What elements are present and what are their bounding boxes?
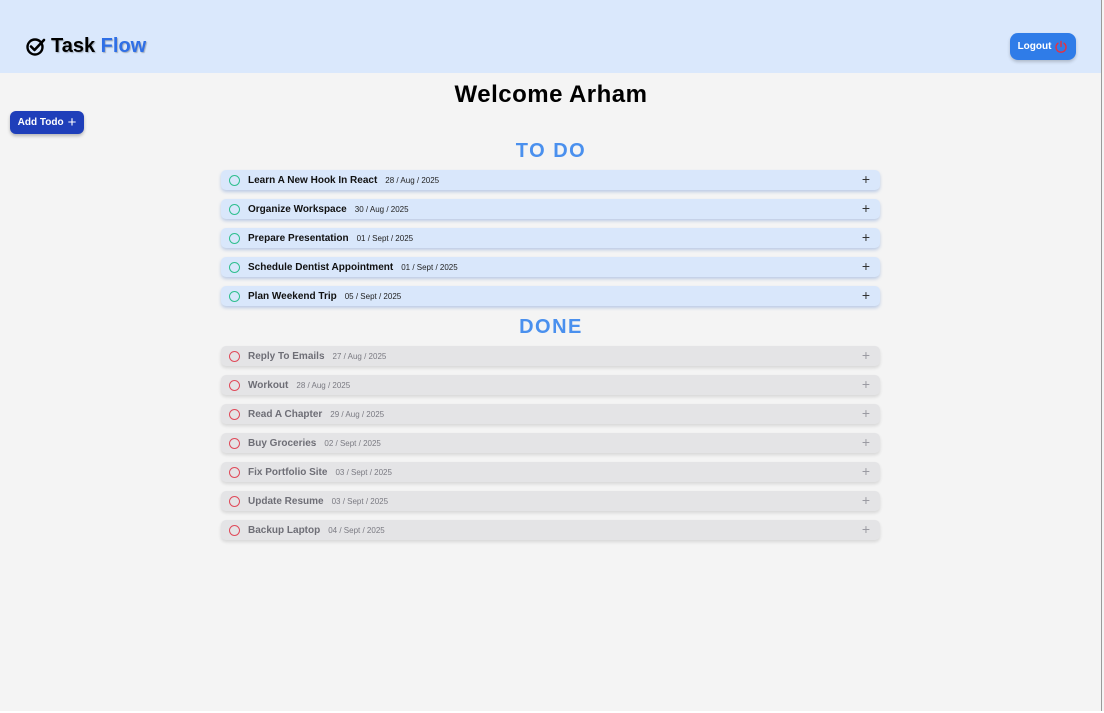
logout-label: Logout: [1017, 41, 1052, 52]
done-item[interactable]: Update Resume 03 / Sept / 2025 +: [221, 491, 880, 511]
done-title: Workout: [248, 379, 289, 391]
todo-item[interactable]: Plan Weekend Trip 05 / Sept / 2025 +: [221, 286, 880, 306]
todo-title: Prepare Presentation: [248, 232, 349, 244]
window-edge-divider: [1101, 0, 1102, 713]
logout-button[interactable]: Logout: [1010, 33, 1076, 60]
app-name: Task Flow: [51, 35, 146, 58]
done-title: Backup Laptop: [248, 524, 321, 536]
done-section-title: DONE: [519, 316, 583, 338]
todo-item[interactable]: Learn A New Hook In React 28 / Aug / 202…: [221, 170, 880, 190]
expand-plus-icon[interactable]: +: [861, 201, 871, 215]
todo-date: 01 / Sept / 2025: [356, 233, 414, 243]
todo-date: 05 / Sept / 2025: [344, 291, 402, 301]
todo-date: 28 / Aug / 2025: [385, 175, 440, 185]
done-date: 27 / Aug / 2025: [332, 351, 387, 361]
expand-plus-icon[interactable]: +: [861, 377, 871, 391]
uncomplete-checkbox-icon[interactable]: [229, 350, 240, 362]
expand-plus-icon[interactable]: +: [861, 464, 871, 478]
uncomplete-checkbox-icon[interactable]: [229, 466, 240, 478]
complete-checkbox-icon[interactable]: [229, 261, 240, 273]
complete-checkbox-icon[interactable]: [229, 232, 240, 244]
complete-checkbox-icon[interactable]: [229, 290, 240, 302]
todo-title: Schedule Dentist Appointment: [248, 261, 394, 273]
todo-title: Learn A New Hook In React: [248, 174, 378, 186]
add-todo-label: Add Todo: [17, 117, 64, 128]
expand-plus-icon[interactable]: +: [861, 172, 871, 186]
power-icon: [1054, 40, 1068, 54]
done-item[interactable]: Read A Chapter 29 / Aug / 2025 +: [221, 404, 880, 424]
done-item[interactable]: Reply To Emails 27 / Aug / 2025 +: [221, 346, 880, 366]
uncomplete-checkbox-icon[interactable]: [229, 495, 240, 507]
done-item[interactable]: Backup Laptop 04 / Sept / 2025 +: [221, 520, 880, 540]
done-title: Buy Groceries: [248, 437, 317, 449]
app-name-main: Task: [51, 35, 96, 57]
app-name-accent: Flow: [100, 35, 147, 57]
uncomplete-checkbox-icon[interactable]: [229, 524, 240, 536]
plus-icon: +: [67, 113, 77, 131]
done-title: Update Resume: [248, 495, 324, 507]
uncomplete-checkbox-icon[interactable]: [229, 408, 240, 420]
todo-section-title: TO DO: [515, 140, 587, 162]
check-circle-icon: [26, 37, 46, 57]
todo-title: Plan Weekend Trip: [248, 290, 337, 302]
done-date: 03 / Sept / 2025: [335, 467, 392, 477]
welcome-heading: Welcome Arham: [0, 81, 1102, 109]
expand-plus-icon[interactable]: +: [861, 522, 871, 536]
done-item[interactable]: Fix Portfolio Site 03 / Sept / 2025 +: [221, 462, 880, 482]
done-date: 02 / Sept / 2025: [324, 438, 381, 448]
todo-item[interactable]: Prepare Presentation 01 / Sept / 2025 +: [221, 228, 880, 248]
done-date: 28 / Aug / 2025: [296, 380, 351, 390]
expand-plus-icon[interactable]: +: [861, 406, 871, 420]
expand-plus-icon[interactable]: +: [861, 259, 871, 273]
done-title: Fix Portfolio Site: [248, 466, 328, 478]
done-title: Reply To Emails: [248, 350, 325, 362]
app-logo[interactable]: Task Flow: [26, 35, 146, 58]
done-item[interactable]: Workout 28 / Aug / 2025 +: [221, 375, 880, 395]
uncomplete-checkbox-icon[interactable]: [229, 379, 240, 391]
todo-date: 01 / Sept / 2025: [401, 262, 458, 272]
expand-plus-icon[interactable]: +: [861, 435, 871, 449]
welcome-user-name: Arham: [568, 81, 648, 108]
complete-checkbox-icon[interactable]: [229, 174, 240, 186]
todo-date: 30 / Aug / 2025: [354, 204, 409, 214]
uncomplete-checkbox-icon[interactable]: [229, 437, 240, 449]
expand-plus-icon[interactable]: +: [861, 348, 871, 362]
expand-plus-icon[interactable]: +: [861, 230, 871, 244]
welcome-prefix: Welcome: [454, 81, 563, 108]
done-date: 03 / Sept / 2025: [331, 496, 389, 506]
header-bar: Task Flow Logout: [0, 0, 1102, 73]
add-todo-button[interactable]: Add Todo +: [10, 111, 84, 134]
done-list: Reply To Emails 27 / Aug / 2025 + Workou…: [221, 346, 880, 549]
todo-item[interactable]: Organize Workspace 30 / Aug / 2025 +: [221, 199, 880, 219]
todo-list: Learn A New Hook In React 28 / Aug / 202…: [221, 170, 880, 315]
done-title: Read A Chapter: [248, 408, 323, 420]
expand-plus-icon[interactable]: +: [861, 493, 871, 507]
todo-item[interactable]: Schedule Dentist Appointment 01 / Sept /…: [221, 257, 880, 277]
complete-checkbox-icon[interactable]: [229, 203, 240, 215]
done-date: 29 / Aug / 2025: [330, 409, 385, 419]
done-date: 04 / Sept / 2025: [328, 525, 385, 535]
todo-title: Organize Workspace: [248, 203, 347, 215]
expand-plus-icon[interactable]: +: [861, 288, 871, 302]
done-item[interactable]: Buy Groceries 02 / Sept / 2025 +: [221, 433, 880, 453]
